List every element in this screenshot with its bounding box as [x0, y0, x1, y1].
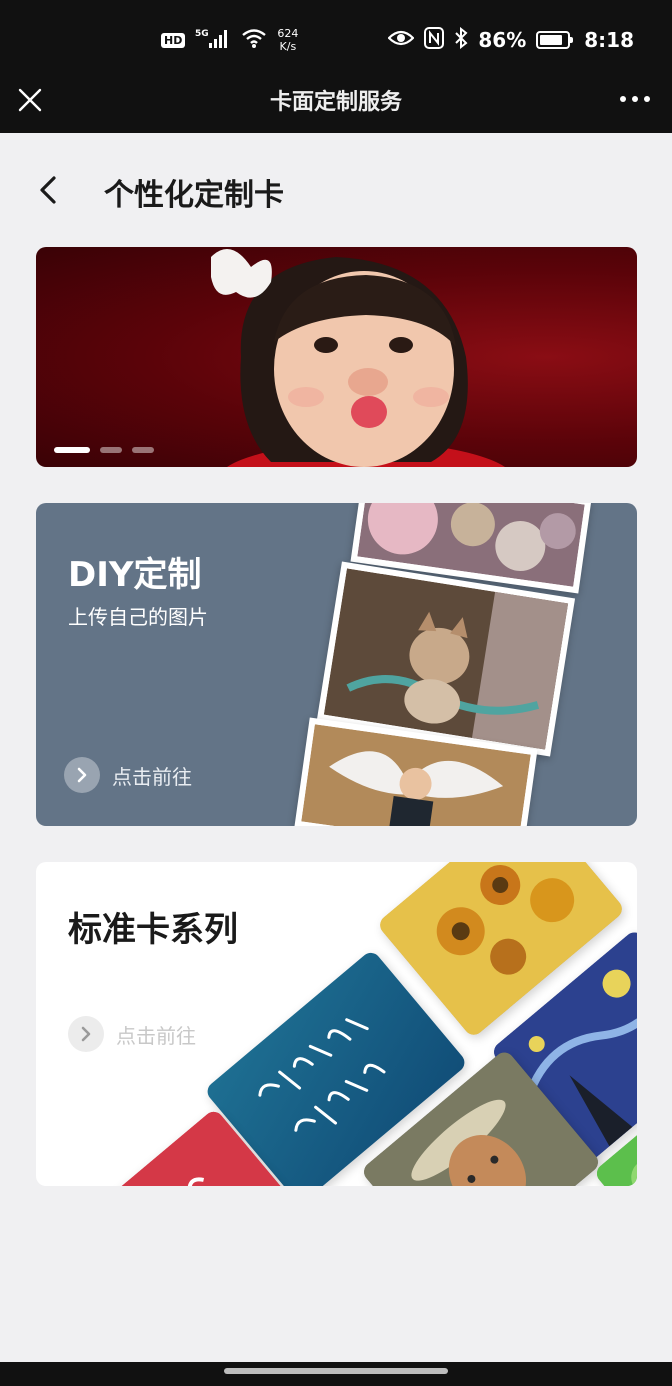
banner-carousel[interactable]: [36, 247, 637, 467]
battery-icon: [536, 31, 574, 49]
status-icons: HD 5G 624 K/s 86% 8:18: [161, 22, 634, 58]
diy-go-link[interactable]: 点击前往: [64, 757, 192, 793]
more-dots-icon: [620, 96, 650, 102]
standard-card[interactable]: 标准卡系列 点击前往: [36, 862, 637, 1186]
network-speed: 624 K/s: [277, 27, 298, 53]
network-speed-unit: K/s: [279, 40, 297, 53]
diy-card[interactable]: DIY定制 上传自己的图片 点击前往: [36, 503, 637, 826]
standard-card-title: 标准卡系列: [68, 910, 238, 950]
carousel-dot[interactable]: [54, 447, 90, 453]
cat-image: [323, 568, 569, 750]
carousel-dot[interactable]: [132, 447, 154, 453]
diy-card-subtitle: 上传自己的图片: [68, 605, 208, 629]
chevron-right-icon: [68, 1016, 104, 1052]
standard-go-label: 点击前往: [116, 1023, 196, 1048]
page-title: 个性化定制卡: [104, 178, 284, 213]
clock: 8:18: [584, 28, 634, 52]
nfc-icon: [424, 27, 445, 53]
back-button[interactable]: [32, 170, 68, 210]
status-bar: HD 5G 624 K/s 86% 8:18: [0, 0, 672, 78]
diy-card-title: DIY定制: [68, 555, 202, 595]
network-speed-value: 624: [277, 27, 299, 40]
standard-go-link[interactable]: 点击前往: [68, 1016, 196, 1052]
svg-text:5G: 5G: [195, 29, 209, 39]
wifi-icon: [241, 27, 267, 53]
navigation-bar: [0, 1362, 672, 1386]
carousel-dot[interactable]: [100, 447, 122, 453]
cellular-signal-icon: 5G: [195, 27, 231, 53]
banner-child-photo: [211, 249, 506, 467]
title-bar: 卡面定制服务: [0, 78, 672, 133]
battery-level: [540, 35, 563, 45]
chevron-right-icon: [64, 757, 100, 793]
title-bar-title: 卡面定制服务: [269, 90, 402, 115]
hd-badge: HD: [161, 32, 186, 48]
home-indicator[interactable]: [224, 1368, 448, 1374]
eye-icon: [387, 28, 415, 52]
carousel-indicator: [54, 447, 154, 453]
more-button[interactable]: [618, 84, 652, 114]
battery-percent: 86%: [478, 28, 527, 52]
chevron-left-icon: [40, 176, 56, 204]
diy-go-label: 点击前往: [112, 764, 192, 789]
bluetooth-icon: [454, 26, 468, 53]
